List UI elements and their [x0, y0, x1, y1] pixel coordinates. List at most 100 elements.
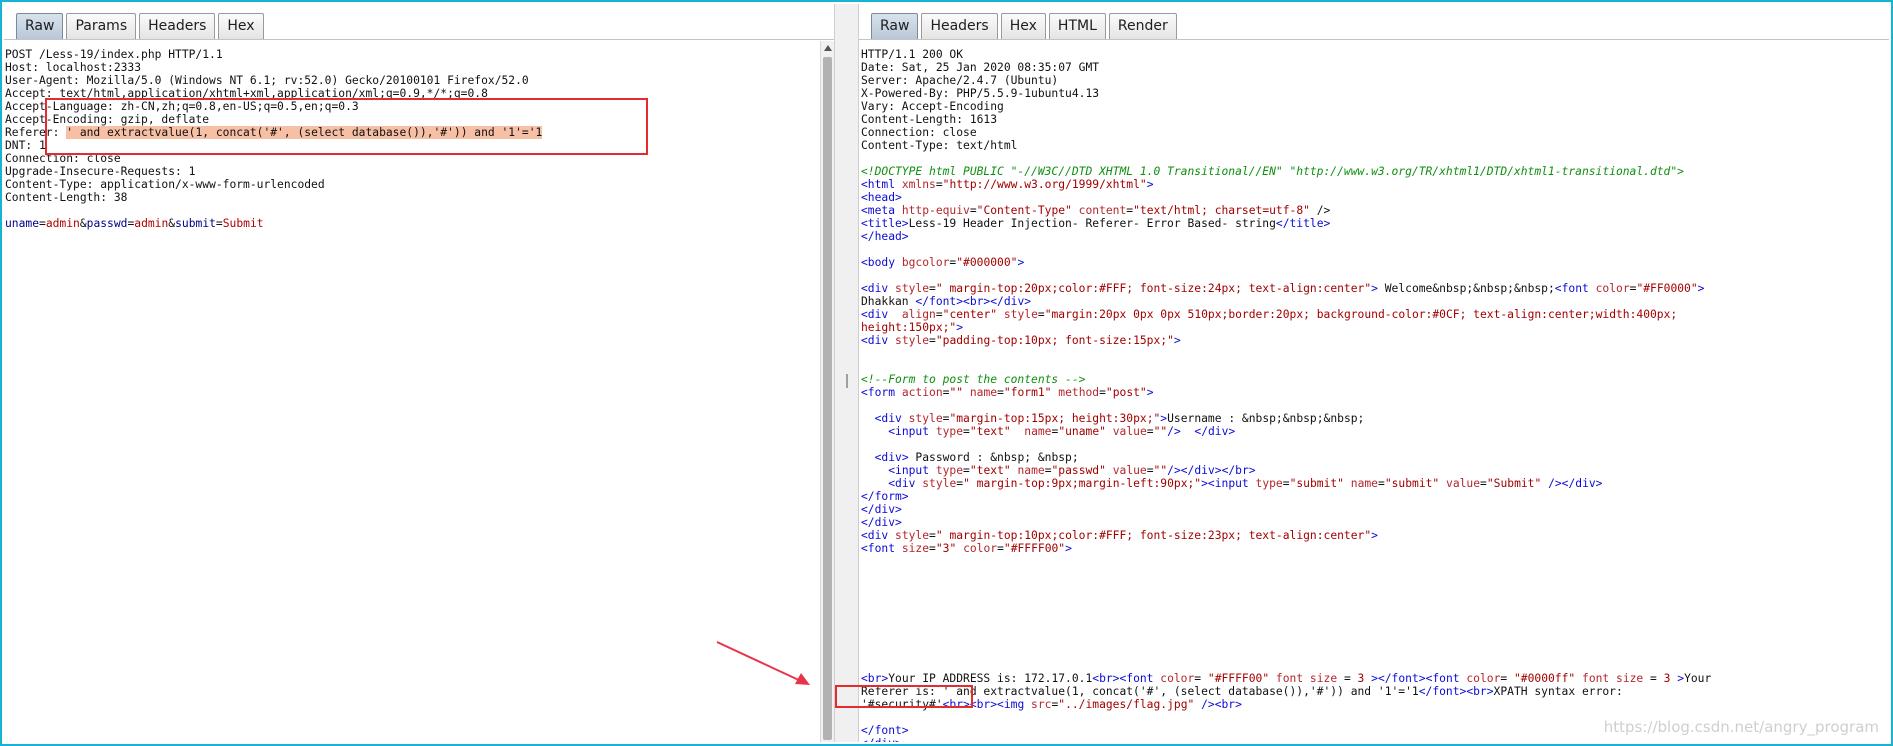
response-token: value: [1112, 464, 1147, 477]
response-token: <input: [888, 425, 936, 438]
response-token: Username : &nbsp;&nbsp;&nbsp;: [1167, 412, 1365, 425]
response-line: </div>: [861, 737, 1889, 742]
response-token: "#000000": [956, 256, 1018, 269]
response-token: =: [929, 542, 936, 555]
response-token: <div: [861, 529, 896, 542]
response-line: <form action="" name="form1" method="pos…: [861, 386, 1889, 399]
response-token: </font><br></div>: [915, 295, 1032, 308]
response-line: Connection: close: [861, 126, 1889, 139]
response-token: " margin-top:20px;color:#FFF; font-size:…: [935, 282, 1372, 295]
tab-request-headers[interactable]: Headers: [139, 13, 216, 39]
tab-response-html[interactable]: HTML: [1048, 13, 1106, 39]
response-token: =: [1643, 672, 1664, 685]
response-line: Server: Apache/2.4.7 (Ubuntu): [861, 74, 1889, 87]
response-token: [861, 425, 888, 438]
response-token: color: [963, 542, 998, 555]
response-token: <div: [874, 412, 909, 425]
response-token: name: [1024, 425, 1052, 438]
response-token: >: [1146, 386, 1154, 399]
response-token: [1181, 425, 1195, 438]
response-editor[interactable]: HTTP/1.1 200 OK Date: Sat, 25 Jan 2020 08…: [859, 41, 1889, 742]
response-token: </font><br>: [1418, 685, 1494, 698]
tab-response-hex[interactable]: Hex: [1000, 13, 1046, 39]
request-tabs: Raw Params Headers Hex: [16, 13, 267, 39]
response-token: "submit": [1289, 477, 1351, 490]
response-token: </font>: [861, 724, 909, 737]
response-token: color: [1160, 672, 1195, 685]
referer-payload-highlight-box: [45, 98, 648, 155]
response-token: "Content-Type": [976, 204, 1079, 217]
scroll-thumb[interactable]: [823, 57, 832, 740]
response-line: [861, 269, 1889, 282]
response-line-text: X-Powered-By: PHP/5.5.9-1ubuntu4.13: [861, 87, 1100, 100]
response-line-text: HTTP/1.1 200 OK: [861, 48, 964, 61]
response-token: <div: [861, 282, 896, 295]
response-token: </div>: [861, 503, 902, 516]
request-line-text: Content-Length: 38: [5, 191, 128, 204]
response-token: "text": [969, 464, 1018, 477]
request-line: uname=admin&passwd=admin&submit=Submit: [5, 217, 820, 230]
param-equals: =: [39, 217, 46, 230]
response-line: '#security#'<br><br><img src="../images/…: [861, 698, 1889, 711]
response-token: </div>: [861, 737, 902, 742]
response-token: name: [1017, 464, 1045, 477]
response-line: <div align="center" style="margin:20px 0…: [861, 308, 1889, 321]
response-line: [861, 620, 1889, 633]
response-token: content: [1078, 204, 1127, 217]
request-line: Host: localhost:2333: [5, 61, 820, 74]
response-line: </form>: [861, 490, 1889, 503]
param-equals: =: [215, 217, 223, 230]
response-token: value: [1446, 477, 1481, 490]
response-token: </form>: [861, 490, 909, 503]
tab-response-raw[interactable]: Raw: [871, 13, 919, 39]
scroll-up-arrow-icon[interactable]: [824, 45, 832, 51]
response-token: =: [1099, 386, 1106, 399]
response-token: ><input: [1201, 477, 1256, 490]
response-token: </title>: [1275, 217, 1331, 230]
response-tabs: Raw Headers Hex HTML Render: [871, 13, 1180, 39]
response-token: "Submit": [1486, 477, 1549, 490]
response-token: http-equiv: [901, 204, 970, 217]
response-token: "": [1153, 425, 1168, 438]
response-token: color: [1595, 282, 1630, 295]
response-token: " margin-top:10px;color:#FFF; font-size:…: [935, 529, 1372, 542]
request-line: Content-Length: 38: [5, 191, 820, 204]
request-line: Upgrade-Insecure-Requests: 1: [5, 165, 820, 178]
pane-splitter[interactable]: [834, 4, 859, 742]
response-token: Less-19 Header Injection- Referer- Error…: [908, 217, 1276, 230]
response-token: "http://www.w3.org/1999/xhtml": [942, 178, 1147, 191]
response-line: <br>Your IP ADDRESS is: 172.17.0.1<br><f…: [861, 672, 1889, 685]
response-token: Welcome&nbsp;&nbsp;&nbsp;: [1377, 282, 1555, 295]
tab-request-raw[interactable]: Raw: [16, 13, 64, 39]
response-token: >: [956, 321, 964, 334]
tab-request-hex[interactable]: Hex: [218, 13, 264, 39]
response-token: [861, 451, 875, 464]
response-line: Vary: Accept-Encoding: [861, 100, 1889, 113]
response-token: =: [963, 464, 970, 477]
response-line: <meta http-equiv="Content-Type" content=…: [861, 204, 1889, 217]
response-line: <input type="text" name="passwd" value="…: [861, 464, 1889, 477]
response-token: =: [997, 386, 1004, 399]
response-token: =: [1037, 308, 1045, 321]
request-scrollbar[interactable]: [820, 41, 834, 742]
response-token: Dhakkan: [861, 295, 916, 308]
response-token: "text/html; charset=utf-8": [1133, 204, 1310, 217]
response-line: [861, 360, 1889, 373]
response-line: <!--Form to post the contents -->: [861, 373, 1889, 386]
response-token: name: [969, 386, 998, 399]
response-line: <div style = " margin-top:9px;margin-left:…: [861, 477, 1889, 490]
tab-response-headers[interactable]: Headers: [921, 13, 998, 39]
response-token: "post": [1105, 386, 1147, 399]
tab-request-params[interactable]: Params: [66, 13, 137, 39]
response-line: <div style=" margin-top:10px;color:#FFF;…: [861, 529, 1889, 542]
response-line: [861, 555, 1889, 568]
response-line-text: Content-Length: 1613: [861, 113, 998, 126]
splitter-grip-icon[interactable]: [846, 374, 848, 388]
response-raw-text[interactable]: HTTP/1.1 200 OK Date: Sat, 25 Jan 2020 08…: [859, 41, 1889, 742]
response-line: [861, 347, 1889, 360]
tab-response-render[interactable]: Render: [1108, 13, 1177, 39]
response-token: =: [929, 282, 936, 295]
request-line-text: Host: localhost:2333: [5, 61, 142, 74]
watermark: https://blog.csdn.net/angry_program: [1603, 718, 1879, 736]
response-line: </div>: [861, 503, 1889, 516]
